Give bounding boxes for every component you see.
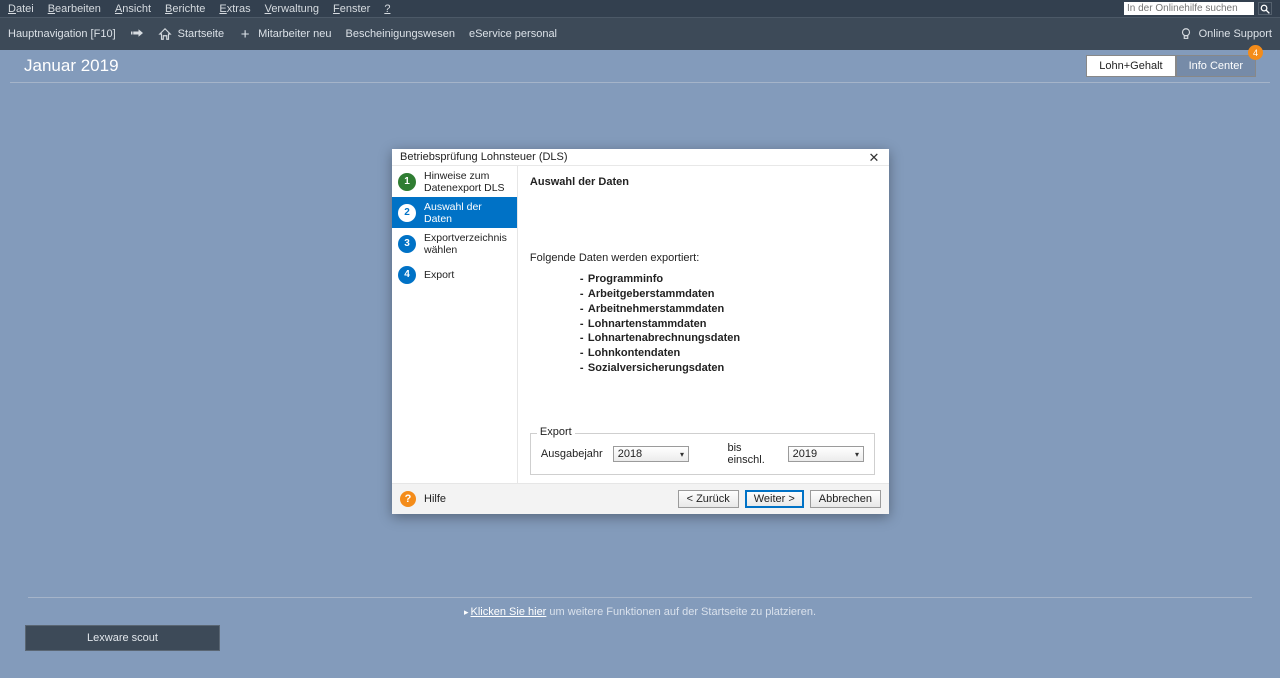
info-center-badge: 4 xyxy=(1248,45,1263,60)
dialog-dls: Betriebsprüfung Lohnsteuer (DLS) ✕ 1 Hin… xyxy=(392,149,889,514)
footer-hint: ▸Klicken Sie hier um weitere Funktionen … xyxy=(28,597,1252,618)
toolbar-main-nav[interactable]: Hauptnavigation [F10] xyxy=(8,28,116,40)
wizard-step-2[interactable]: 2 Auswahl der Daten xyxy=(392,197,517,228)
bis-label: bis einschl. xyxy=(728,442,778,466)
toolbar: Hauptnavigation [F10] Startseite + Mitar… xyxy=(0,17,1280,50)
list-item: Lohnkontendaten xyxy=(580,346,875,361)
list-item: Programminfo xyxy=(580,272,875,287)
toolbar-left: Hauptnavigation [F10] Startseite + Mitar… xyxy=(8,26,557,43)
back-button[interactable]: < Zurück xyxy=(678,490,739,508)
sub-header: Januar 2019 Lohn+Gehalt Info Center 4 xyxy=(10,50,1270,83)
search-input[interactable] xyxy=(1124,2,1254,15)
footer-link[interactable]: Klicken Sie hier xyxy=(471,606,547,618)
list-item: Arbeitgeberstammdaten xyxy=(580,287,875,302)
step-label: Export xyxy=(424,269,454,281)
menu-bearbeiten[interactable]: Bearbeiten xyxy=(48,3,101,15)
dialog-help[interactable]: ? Hilfe xyxy=(400,491,446,507)
list-item: Lohnartenstammdaten xyxy=(580,317,875,332)
step-number-icon: 1 xyxy=(398,173,416,191)
wizard-nav: 1 Hinweise zum Datenexport DLS 2 Auswahl… xyxy=(392,166,518,483)
menu-verwaltung[interactable]: Verwaltung xyxy=(265,3,319,15)
step-number-icon: 2 xyxy=(398,204,416,222)
close-icon[interactable]: ✕ xyxy=(867,151,881,164)
help-icon: ? xyxy=(400,491,416,507)
step-label: Exportverzeichnis wählen xyxy=(424,232,511,256)
step-label: Auswahl der Daten xyxy=(424,201,511,225)
toolbar-mitarbeiter-neu[interactable]: + Mitarbeiter neu xyxy=(238,26,331,43)
step-label: Hinweise zum Datenexport DLS xyxy=(424,170,511,194)
dialog-footer: ? Hilfe < Zurück Weiter > Abbrechen xyxy=(392,483,889,514)
bis-select[interactable]: 2019 ▾ xyxy=(788,446,864,462)
page-title: Januar 2019 xyxy=(24,56,119,76)
export-row: Ausgabejahr 2018 ▾ bis einschl. 2019 ▾ xyxy=(541,442,864,466)
plus-icon: + xyxy=(238,26,252,43)
menubar-search xyxy=(1124,2,1272,15)
ausgabejahr-label: Ausgabejahr xyxy=(541,448,603,460)
tab-info-center[interactable]: Info Center xyxy=(1176,55,1256,77)
step-number-icon: 3 xyxy=(398,235,416,253)
toolbar-bescheinigung[interactable]: Bescheinigungswesen xyxy=(345,28,454,40)
dialog-titlebar: Betriebsprüfung Lohnsteuer (DLS) ✕ xyxy=(392,149,889,166)
pin-icon[interactable] xyxy=(130,27,144,42)
wizard-step-3[interactable]: 3 Exportverzeichnis wählen xyxy=(392,228,517,259)
footer-rest: um weitere Funktionen auf der Startseite… xyxy=(546,606,816,618)
toolbar-eservice[interactable]: eService personal xyxy=(469,28,557,40)
menu-ansicht[interactable]: Ansicht xyxy=(115,3,151,15)
ausgabejahr-select[interactable]: 2018 ▾ xyxy=(613,446,689,462)
tab-lohn-gehalt[interactable]: Lohn+Gehalt xyxy=(1086,55,1175,77)
dialog-title: Betriebsprüfung Lohnsteuer (DLS) xyxy=(400,151,568,163)
menu-berichte[interactable]: Berichte xyxy=(165,3,205,15)
bulb-icon xyxy=(1179,27,1193,41)
list-item: Lohnartenabrechnungsdaten xyxy=(580,331,875,346)
chevron-down-icon: ▾ xyxy=(855,450,859,459)
help-label: Hilfe xyxy=(424,493,446,505)
menubar: Datei Bearbeiten Ansicht Berichte Extras… xyxy=(0,0,1280,17)
search-icon[interactable] xyxy=(1258,2,1272,15)
export-legend: Export xyxy=(537,426,575,438)
list-item: Arbeitnehmerstammdaten xyxy=(580,302,875,317)
content-heading: Auswahl der Daten xyxy=(530,176,875,188)
home-icon xyxy=(158,27,172,41)
tab-buttons: Lohn+Gehalt Info Center 4 xyxy=(1086,55,1256,77)
dialog-body: 1 Hinweise zum Datenexport DLS 2 Auswahl… xyxy=(392,166,889,483)
wizard-step-1[interactable]: 1 Hinweise zum Datenexport DLS xyxy=(392,166,517,197)
next-button[interactable]: Weiter > xyxy=(745,490,804,508)
dialog-buttons: < Zurück Weiter > Abbrechen xyxy=(678,490,881,508)
export-groupbox: Export Ausgabejahr 2018 ▾ bis einschl. 2… xyxy=(530,433,875,475)
step-number-icon: 4 xyxy=(398,266,416,284)
list-item: Sozialversicherungsdaten xyxy=(580,361,875,376)
toolbar-right: Online Support xyxy=(1179,27,1272,41)
toolbar-online-support[interactable]: Online Support xyxy=(1179,27,1272,41)
menu-datei[interactable]: Datei xyxy=(8,3,34,15)
export-list: Programminfo Arbeitgeberstammdaten Arbei… xyxy=(530,272,875,376)
cancel-button[interactable]: Abbrechen xyxy=(810,490,881,508)
lexware-scout-button[interactable]: Lexware scout xyxy=(25,625,220,651)
wizard-step-4[interactable]: 4 Export xyxy=(392,259,517,290)
menu-extras[interactable]: Extras xyxy=(219,3,250,15)
content-intro: Folgende Daten werden exportiert: xyxy=(530,252,875,264)
wizard-content: Auswahl der Daten Folgende Daten werden … xyxy=(518,166,889,483)
menu-fenster[interactable]: Fenster xyxy=(333,3,370,15)
chevron-down-icon: ▾ xyxy=(680,450,684,459)
toolbar-startseite[interactable]: Startseite xyxy=(158,27,224,41)
arrow-icon: ▸ xyxy=(464,607,469,617)
menu-help[interactable]: ? xyxy=(384,3,390,15)
menubar-items: Datei Bearbeiten Ansicht Berichte Extras… xyxy=(8,3,390,15)
